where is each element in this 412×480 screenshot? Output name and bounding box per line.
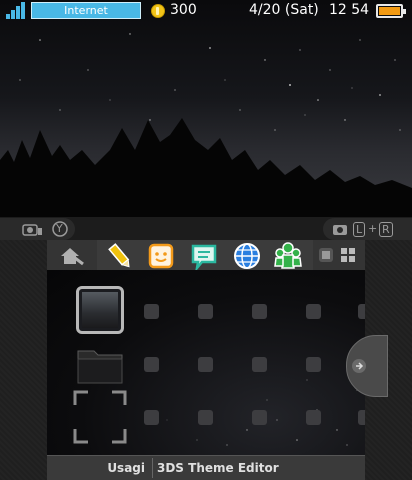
connection-label: Internet: [31, 2, 141, 19]
view-toggle-buttons: [313, 240, 365, 270]
status-bar: Internet 300 4/20 (Sat) 12 54: [0, 0, 412, 22]
empty-slot[interactable]: [198, 410, 213, 425]
selected-app-thumbnail[interactable]: [82, 292, 118, 328]
notifications-icon[interactable]: [190, 243, 218, 271]
night-sky-forest-wallpaper: [0, 33, 412, 217]
empty-slot[interactable]: [144, 410, 159, 425]
internet-browser-icon[interactable]: [233, 242, 261, 270]
r-button-label: R: [379, 222, 393, 237]
empty-slot[interactable]: [358, 304, 365, 319]
empty-slot[interactable]: [144, 304, 159, 319]
friend-list-icon[interactable]: [148, 243, 174, 269]
empty-slot[interactable]: [306, 357, 321, 372]
camera-button-left[interactable]: Y: [0, 218, 75, 240]
date-label: 4/20 (Sat): [249, 2, 319, 18]
empty-slot-frame-icon[interactable]: [72, 389, 128, 445]
coin-count: 300: [170, 2, 197, 18]
empty-slot[interactable]: [252, 410, 267, 425]
folder-icon[interactable]: [76, 347, 124, 385]
play-coin-icon: [151, 4, 165, 18]
home-settings-icon: [61, 248, 84, 266]
empty-slot[interactable]: [144, 357, 159, 372]
battery-icon: [376, 4, 406, 18]
empty-slot[interactable]: [306, 410, 321, 425]
empty-slot[interactable]: [198, 304, 213, 319]
time-label: 12 54: [329, 2, 370, 18]
empty-slot[interactable]: [198, 357, 213, 372]
wifi-signal-icon: [6, 2, 25, 19]
footer-divider: [152, 458, 153, 478]
top-screen-wallpaper: Internet 300 4/20 (Sat) 12 54: [0, 0, 412, 217]
home-settings-button[interactable]: [47, 240, 97, 270]
camera-button-right[interactable]: L + R: [323, 218, 412, 240]
theme-title: 3DS Theme Editor: [157, 461, 279, 475]
theme-author: Usagi: [107, 461, 145, 475]
empty-slot[interactable]: [252, 304, 267, 319]
notes-icon[interactable]: [105, 241, 135, 271]
l-button-label: L: [353, 222, 366, 237]
large-icon-view-button[interactable]: [319, 248, 333, 262]
y-button-label: Y: [56, 222, 63, 235]
miiverse-icon[interactable]: [273, 240, 303, 270]
grid-view-icon[interactable]: [341, 248, 355, 262]
empty-slot[interactable]: [306, 304, 321, 319]
camera-icon: [333, 225, 347, 235]
empty-slot[interactable]: [358, 410, 365, 425]
camera-icon: [22, 224, 42, 236]
empty-slot[interactable]: [252, 357, 267, 372]
arrow-right-icon: [352, 359, 366, 373]
plus-label: +: [368, 222, 378, 235]
